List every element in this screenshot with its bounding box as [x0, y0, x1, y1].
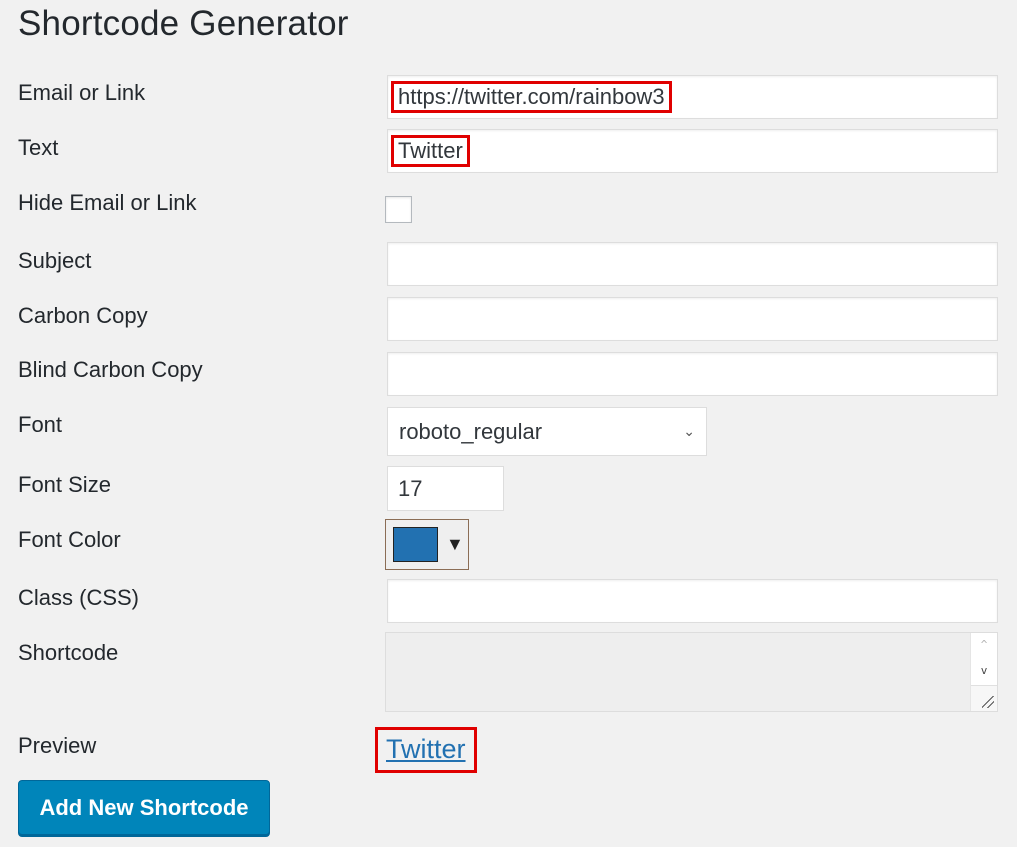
subject-label: Subject	[18, 248, 92, 273]
email-or-link-value: https://twitter.com/rainbow3	[391, 81, 672, 113]
class-css-label: Class (CSS)	[18, 585, 140, 610]
hide-email-or-link-checkbox[interactable]	[385, 196, 412, 223]
textarea-scrollbar[interactable]: ^ v	[970, 633, 997, 711]
carbon-copy-input[interactable]	[387, 297, 998, 341]
shortcode-value: <?php echo rainbowi_protect_email_shortc…	[397, 709, 986, 711]
font-color-label: Font Color	[18, 527, 121, 552]
page-title: Shortcode Generator	[18, 4, 349, 43]
font-size-label: Font Size	[18, 472, 111, 497]
hide-email-or-link-label: Hide Email or Link	[18, 190, 197, 215]
dropdown-triangle-icon: ▼	[446, 534, 464, 554]
chevron-down-icon: ⌄	[683, 423, 695, 439]
blind-carbon-copy-input[interactable]	[387, 352, 998, 396]
scroll-down-icon[interactable]: v	[971, 661, 997, 681]
blind-carbon-copy-label: Blind Carbon Copy	[18, 357, 203, 382]
resize-handle[interactable]	[971, 685, 997, 711]
shortcode-label: Shortcode	[18, 640, 119, 665]
text-value: Twitter	[391, 135, 470, 167]
class-css-input[interactable]	[387, 579, 998, 623]
font-size-input[interactable]: 17	[387, 466, 504, 511]
font-selected-value: roboto_regular	[399, 418, 543, 444]
email-or-link-input[interactable]: https://twitter.com/rainbow3	[387, 75, 998, 119]
text-input[interactable]: Twitter	[387, 129, 998, 173]
font-select[interactable]: roboto_regular ⌄	[387, 407, 707, 456]
text-label: Text	[18, 135, 59, 160]
color-swatch	[393, 527, 438, 562]
scroll-up-icon[interactable]: ^	[971, 635, 997, 655]
font-label: Font	[18, 412, 63, 437]
email-or-link-label: Email or Link	[18, 80, 146, 105]
preview-label: Preview	[18, 733, 97, 758]
carbon-copy-label: Carbon Copy	[18, 303, 148, 328]
shortcode-textarea[interactable]: <?php echo rainbowi_protect_email_shortc…	[385, 632, 998, 712]
add-new-shortcode-button[interactable]: Add New Shortcode	[18, 780, 270, 835]
shortcode-generator-page: Shortcode Generator Email or Link https:…	[0, 0, 1017, 847]
subject-input[interactable]	[387, 242, 998, 286]
resize-grip-icon	[982, 696, 994, 708]
preview-link[interactable]: Twitter	[375, 727, 477, 773]
font-color-picker[interactable]: ▼	[385, 519, 469, 570]
